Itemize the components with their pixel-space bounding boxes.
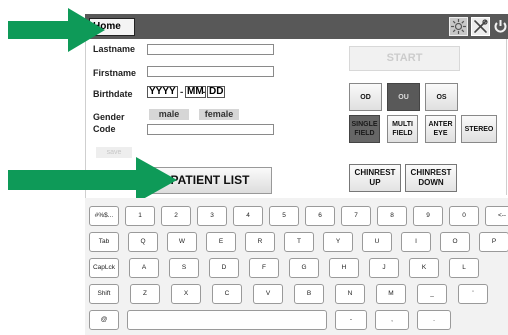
key-shift[interactable]: Shift xyxy=(89,284,119,304)
key-sym4[interactable]: . xyxy=(417,310,451,330)
birthdate-day-field[interactable]: DD xyxy=(207,86,226,98)
birthdate-label: Birthdate xyxy=(93,89,133,99)
key-2[interactable]: 2 xyxy=(161,206,191,226)
key-i[interactable]: I xyxy=(401,232,431,252)
birthdate-separator: - xyxy=(202,87,206,98)
key-j[interactable]: J xyxy=(369,258,399,278)
key-v[interactable]: V xyxy=(253,284,283,304)
power-icon[interactable] xyxy=(493,17,508,36)
key-z[interactable]: Z xyxy=(130,284,160,304)
code-field[interactable] xyxy=(147,124,274,135)
key-o[interactable]: O xyxy=(440,232,470,252)
key-1[interactable]: 1 xyxy=(125,206,155,226)
key-y[interactable]: Y xyxy=(323,232,353,252)
chinrest-up-button[interactable]: CHINREST UP xyxy=(349,164,401,192)
space-key[interactable] xyxy=(127,310,327,330)
gender-label: Gender xyxy=(93,112,125,122)
tools-icon[interactable] xyxy=(471,17,490,36)
key-6[interactable]: 6 xyxy=(305,206,335,226)
key-s[interactable]: S xyxy=(169,258,199,278)
eye-os-button[interactable]: OS xyxy=(425,83,458,111)
key-h[interactable]: H xyxy=(329,258,359,278)
gender-male-button[interactable]: male xyxy=(149,109,189,120)
start-button[interactable]: START xyxy=(349,46,460,71)
key-sym2[interactable]: - xyxy=(335,310,367,330)
key-caplck[interactable]: CapLck xyxy=(89,258,119,278)
key-g[interactable]: G xyxy=(289,258,319,278)
key-l[interactable]: L xyxy=(449,258,479,278)
settings-sun-icon[interactable] xyxy=(449,17,468,36)
key-b[interactable]: B xyxy=(294,284,324,304)
key-0[interactable]: 0 xyxy=(449,206,479,226)
single-field-button[interactable]: SINGLE FIELD xyxy=(349,115,380,143)
key-f[interactable]: F xyxy=(249,258,279,278)
key-k[interactable]: K xyxy=(409,258,439,278)
gender-female-button[interactable]: female xyxy=(199,109,239,120)
key-x[interactable]: X xyxy=(171,284,201,304)
key-t[interactable]: T xyxy=(284,232,314,252)
top-toolbar xyxy=(85,14,508,39)
key-a[interactable]: A xyxy=(129,258,159,278)
multi-field-button[interactable]: MULTI FIELD xyxy=(387,115,418,143)
key-sym8[interactable]: _ xyxy=(417,284,447,304)
key-p[interactable]: P xyxy=(479,232,508,252)
arrow-to-patient-list-icon xyxy=(8,157,177,203)
anter-eye-button[interactable]: ANTER EYE xyxy=(425,115,456,143)
key-sym3[interactable]: , xyxy=(375,310,409,330)
key-7[interactable]: 7 xyxy=(341,206,371,226)
key-c[interactable]: C xyxy=(212,284,242,304)
firstname-field[interactable] xyxy=(147,66,274,77)
key-sym11[interactable]: <-- xyxy=(485,206,508,226)
arrow-to-home-tab-icon xyxy=(8,8,105,52)
key-u[interactable]: U xyxy=(362,232,392,252)
stereo-button[interactable]: STEREO xyxy=(461,115,497,143)
birthdate-separator: - xyxy=(180,87,184,98)
key-r[interactable]: R xyxy=(245,232,275,252)
key-9[interactable]: 9 xyxy=(413,206,443,226)
key-sym0[interactable]: #%$... xyxy=(89,206,119,226)
eye-ou-button[interactable]: OU xyxy=(387,83,420,111)
key-d[interactable]: D xyxy=(209,258,239,278)
firstname-label: Firstname xyxy=(93,68,137,78)
key-m[interactable]: M xyxy=(376,284,406,304)
key-5[interactable]: 5 xyxy=(269,206,299,226)
key-w[interactable]: W xyxy=(167,232,197,252)
key-3[interactable]: 3 xyxy=(197,206,227,226)
key-q[interactable]: Q xyxy=(128,232,158,252)
on-screen-keyboard: #%$... 1 2 3 4 5 6 7 8 9 0 <-- Tab Q W E R T Y U I O P CapLck A S… xyxy=(85,198,508,335)
key-tab[interactable]: Tab xyxy=(89,232,119,252)
code-label: Code xyxy=(93,124,116,134)
key-4[interactable]: 4 xyxy=(233,206,263,226)
lastname-field[interactable] xyxy=(147,44,274,55)
key-sym9[interactable]: ' xyxy=(458,284,488,304)
chinrest-down-button[interactable]: CHINREST DOWN xyxy=(405,164,457,192)
key-8[interactable]: 8 xyxy=(377,206,407,226)
key-n[interactable]: N xyxy=(335,284,365,304)
key-e[interactable]: E xyxy=(206,232,236,252)
key-sym0[interactable]: @ xyxy=(89,310,119,330)
eye-od-button[interactable]: OD xyxy=(349,83,382,111)
birthdate-year-field[interactable]: YYYY xyxy=(147,86,178,98)
panel-right-border xyxy=(506,39,507,195)
